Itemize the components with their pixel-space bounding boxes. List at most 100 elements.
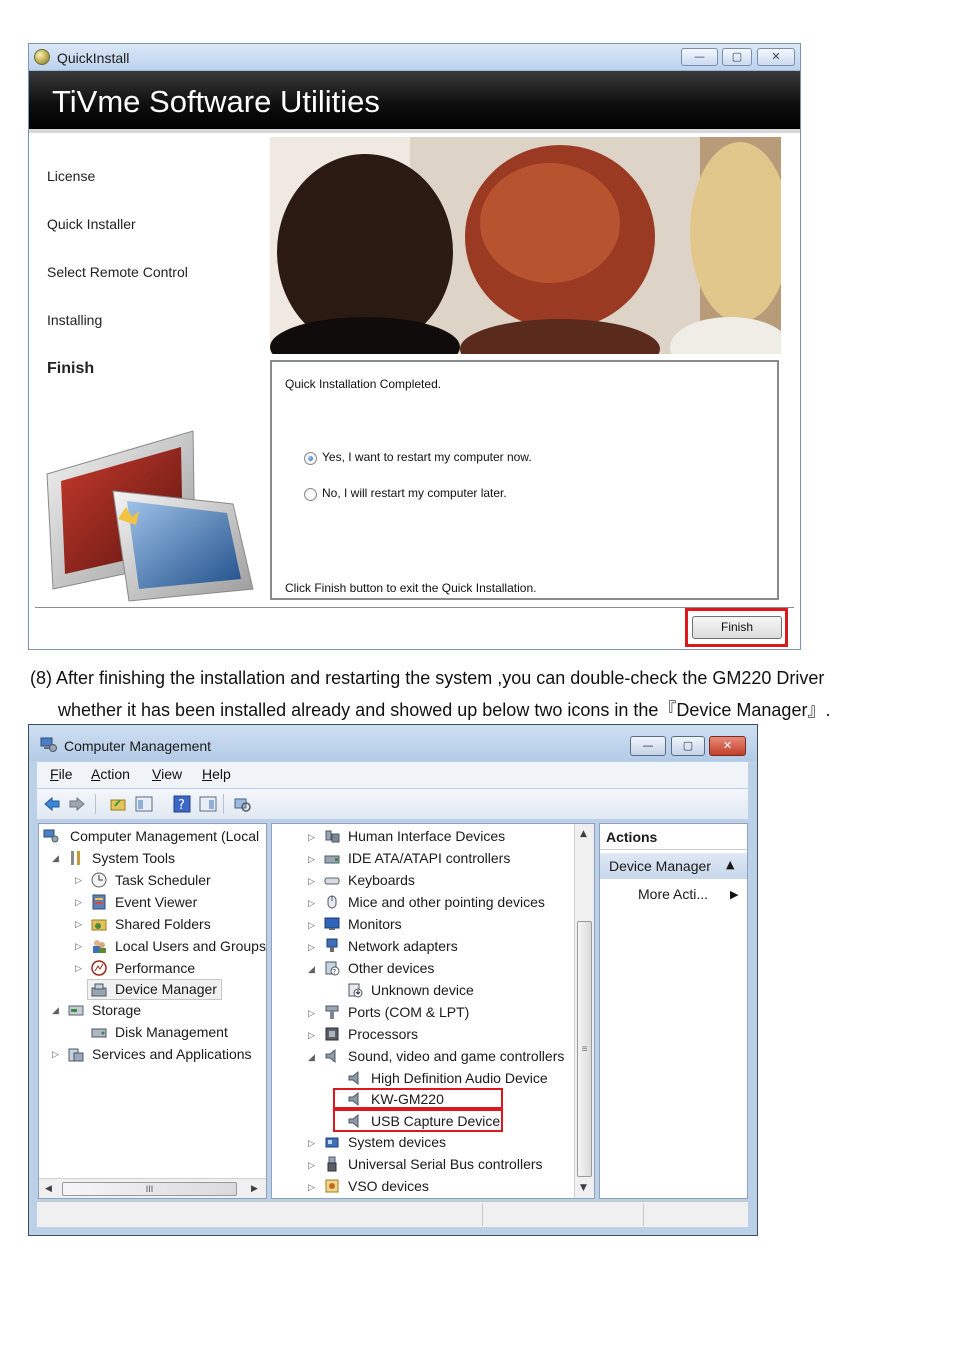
speaker-icon (325, 1048, 336, 1064)
back-arrow-icon[interactable] (43, 795, 61, 813)
collapsed-arrow-icon[interactable]: ▷ (308, 1031, 315, 1041)
show-hide-tree-icon[interactable] (135, 795, 153, 813)
step-finish: Finish (47, 360, 95, 377)
device-ide[interactable]: IDE ATA/ATAPI controllers (348, 850, 510, 866)
up-folder-icon[interactable] (109, 795, 127, 813)
device-system[interactable]: System devices (348, 1134, 446, 1150)
maximize-button[interactable]: ▢ (722, 48, 752, 66)
device-unknown[interactable]: Unknown device (371, 982, 474, 998)
finish-button[interactable]: Finish (692, 616, 782, 639)
forward-arrow-icon[interactable] (68, 795, 86, 813)
step-select-remote-control: Select Remote Control (47, 264, 188, 280)
expanded-arrow-icon[interactable]: ◢ (52, 854, 59, 864)
menu-file[interactable]: File (50, 766, 73, 782)
scroll-right-arrow-icon[interactable]: ▶ (251, 1184, 258, 1194)
help-icon[interactable]: ? (173, 795, 191, 813)
tree-item-system-tools[interactable]: System Tools (92, 850, 175, 866)
collapsed-arrow-icon[interactable]: ▷ (308, 877, 315, 887)
tree-item-disk-management[interactable]: Disk Management (115, 1024, 228, 1040)
cm-maximize-button[interactable]: ▢ (671, 736, 705, 756)
expanded-arrow-icon[interactable]: ◢ (308, 1053, 315, 1063)
collapsed-arrow-icon[interactable]: ▷ (75, 876, 82, 886)
show-hide-action-pane-icon[interactable] (199, 795, 217, 813)
device-network[interactable]: Network adapters (348, 938, 458, 954)
tree-item-local-users[interactable]: Local Users and Groups (115, 938, 266, 954)
collapse-arrow-icon[interactable]: ▲ (726, 858, 734, 871)
scan-hardware-icon[interactable] (233, 795, 251, 813)
collapsed-arrow-icon[interactable]: ▷ (308, 1009, 315, 1019)
tree-item-event-viewer[interactable]: Event Viewer (115, 894, 197, 910)
collapsed-arrow-icon[interactable]: ▷ (308, 899, 315, 909)
vertical-scroll-thumb[interactable]: ≡ (577, 921, 592, 1177)
device-kw-gm220[interactable]: KW-GM220 (371, 1091, 444, 1107)
device-mice[interactable]: Mice and other pointing devices (348, 894, 545, 910)
device-ports[interactable]: Ports (COM & LPT) (348, 1004, 469, 1020)
cm-minimize-button[interactable]: — (630, 736, 666, 756)
collapsed-arrow-icon[interactable]: ▷ (75, 920, 82, 930)
device-sound[interactable]: Sound, video and game controllers (348, 1048, 564, 1064)
instruction-line-1: (8) After finishing the installation and… (30, 668, 825, 688)
tree-item-device-manager[interactable]: Device Manager (115, 981, 217, 997)
completion-heading: Quick Installation Completed. (285, 377, 442, 391)
close-button[interactable]: ✕ (757, 48, 795, 66)
minimize-button[interactable]: — (681, 48, 718, 66)
expanded-arrow-icon[interactable]: ◢ (52, 1006, 59, 1016)
tree-item-performance[interactable]: Performance (115, 960, 195, 976)
device-monitors[interactable]: Monitors (348, 916, 402, 932)
scroll-down-arrow-icon[interactable]: ▼ (580, 1183, 587, 1193)
device-keyboards[interactable]: Keyboards (348, 872, 415, 888)
tree-item-storage[interactable]: Storage (92, 1002, 141, 1018)
collapsed-arrow-icon[interactable]: ▷ (75, 964, 82, 974)
more-actions[interactable]: More Acti... (638, 886, 708, 902)
computer-management-window: Computer Management — ▢ ✕ File Action Vi… (28, 724, 758, 1236)
collapsed-arrow-icon[interactable]: ▷ (75, 898, 82, 908)
restart-now-label[interactable]: Yes, I want to restart my computer now. (322, 450, 532, 464)
tree-horizontal-scrollbar[interactable]: ◀ III ▶ (39, 1178, 266, 1198)
collapsed-arrow-icon[interactable]: ▷ (308, 943, 315, 953)
device-vso[interactable]: VSO devices (348, 1178, 429, 1194)
device-hid[interactable]: Human Interface Devices (348, 828, 505, 844)
completion-panel: Quick Installation Completed. Yes, I wan… (270, 360, 779, 600)
scroll-left-arrow-icon[interactable]: ◀ (45, 1184, 52, 1194)
instruction-line-2: whether it has been installed already an… (58, 700, 831, 720)
tree-item-task-scheduler[interactable]: Task Scheduler (115, 872, 211, 888)
collapsed-arrow-icon[interactable]: ▷ (75, 942, 82, 952)
collapsed-arrow-icon[interactable]: ▷ (52, 1050, 59, 1060)
speaker-icon (348, 1070, 359, 1086)
device-hd-audio[interactable]: High Definition Audio Device (371, 1070, 548, 1086)
tree-item-shared-folders[interactable]: Shared Folders (115, 916, 211, 932)
tree-item-services[interactable]: Services and Applications (92, 1046, 252, 1062)
cm-close-button[interactable]: ✕ (709, 736, 746, 756)
other-devices-icon: ? (325, 961, 340, 976)
collapsed-arrow-icon[interactable]: ▷ (308, 1183, 315, 1193)
monitor-icon (324, 917, 340, 930)
collapsed-arrow-icon[interactable]: ▷ (308, 855, 315, 865)
svg-text:?: ? (333, 968, 337, 976)
device-usb-controllers[interactable]: Universal Serial Bus controllers (348, 1156, 543, 1172)
menu-view[interactable]: View (152, 766, 182, 782)
usb-controller-icon (327, 1156, 337, 1172)
tree-item-root[interactable]: Computer Management (Local (70, 828, 259, 844)
expanded-arrow-icon[interactable]: ◢ (308, 965, 315, 975)
scroll-up-arrow-icon[interactable]: ▲ (580, 829, 587, 839)
submenu-arrow-icon[interactable]: ▶ (730, 888, 738, 901)
restart-later-label[interactable]: No, I will restart my computer later. (322, 486, 507, 500)
actions-section-device-manager[interactable]: Device Manager ▲ (600, 853, 747, 879)
collapsed-arrow-icon[interactable]: ▷ (308, 921, 315, 931)
device-list-vertical-scrollbar[interactable]: ▲ ≡ ▼ (574, 824, 594, 1198)
collapsed-arrow-icon[interactable]: ▷ (308, 1161, 315, 1171)
menu-action[interactable]: Action (91, 766, 130, 782)
device-processors[interactable]: Processors (348, 1026, 418, 1042)
device-other[interactable]: Other devices (348, 960, 434, 976)
footer-divider (35, 607, 794, 608)
disk-management-icon (91, 1028, 107, 1038)
computer-management-icon (43, 829, 59, 843)
menu-help[interactable]: Help (202, 766, 231, 782)
restart-now-radio[interactable] (304, 452, 317, 465)
restart-later-radio[interactable] (304, 488, 317, 501)
actions-pane: Actions Device Manager ▲ More Acti... ▶ (599, 823, 748, 1199)
collapsed-arrow-icon[interactable]: ▷ (308, 833, 315, 843)
horizontal-scroll-thumb[interactable]: III (62, 1182, 237, 1196)
collapsed-arrow-icon[interactable]: ▷ (308, 1139, 315, 1149)
device-usb-capture[interactable]: USB Capture Device (371, 1113, 500, 1129)
